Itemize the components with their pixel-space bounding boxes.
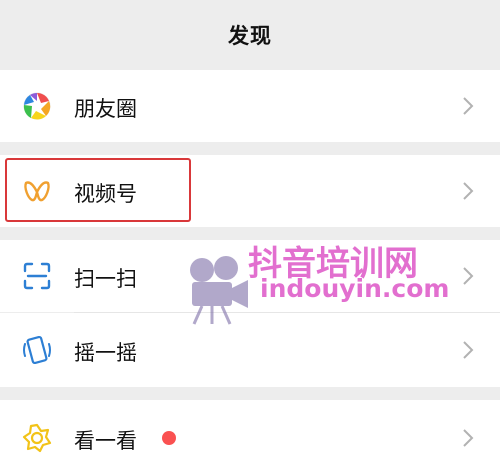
chevron-right-icon xyxy=(462,428,474,448)
chevron-right-icon xyxy=(462,181,474,201)
page-header: 发现 xyxy=(0,0,500,70)
page-title: 发现 xyxy=(228,24,272,48)
menu-item-channels[interactable]: 视频号 xyxy=(0,155,500,227)
menu-item-shake[interactable]: 摇一摇 xyxy=(0,313,500,387)
menu-item-scan[interactable]: 扫一扫 xyxy=(0,240,500,312)
scan-icon xyxy=(22,261,52,291)
menu-item-label: 视频号 xyxy=(74,182,137,206)
menu-item-label: 扫一扫 xyxy=(74,267,137,291)
moments-aperture-icon xyxy=(22,91,52,121)
top-stories-icon xyxy=(22,423,52,453)
shake-icon xyxy=(22,335,52,365)
notification-badge xyxy=(162,431,176,445)
menu-item-moments[interactable]: 朋友圈 xyxy=(0,70,500,142)
chevron-right-icon xyxy=(462,266,474,286)
menu-item-label: 摇一摇 xyxy=(74,341,137,365)
chevron-right-icon xyxy=(462,96,474,116)
menu-item-label: 看一看 xyxy=(74,429,137,453)
channels-icon xyxy=(22,176,52,206)
menu-item-top-stories[interactable]: 看一看 xyxy=(0,400,500,476)
menu-item-label: 朋友圈 xyxy=(74,97,137,121)
chevron-right-icon xyxy=(462,340,474,360)
